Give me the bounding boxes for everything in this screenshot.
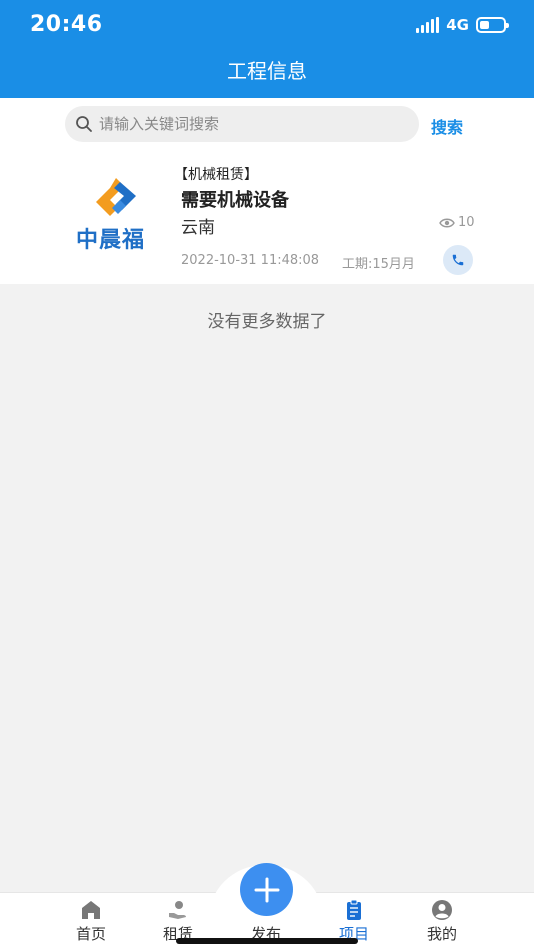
project-list: 中晨福 【机械租赁】 需要机械设备 云南 10 2022-10-31 11:48… [0, 150, 534, 284]
publish-button[interactable] [240, 863, 293, 916]
list-end-message: 没有更多数据了 [207, 312, 327, 332]
home-indicator [176, 938, 358, 944]
company-logo-mark [96, 178, 136, 216]
plus-icon [254, 877, 279, 902]
status-indicators: 4G [416, 16, 509, 34]
rental-icon [169, 901, 186, 919]
call-button[interactable] [443, 245, 473, 275]
company-logo: 中晨福 [76, 176, 160, 256]
status-bar: 20:46 4G [0, 0, 534, 50]
project-region: 云南 [181, 218, 215, 238]
status-time: 20:46 [30, 12, 103, 37]
search-area: 搜索 [0, 98, 534, 150]
project-date: 2022-10-31 11:48:08 [181, 253, 320, 268]
profile-icon [432, 900, 452, 920]
view-count: 10 [439, 215, 475, 230]
tab-home[interactable]: 首页 [61, 899, 121, 944]
project-card[interactable]: 中晨福 【机械租赁】 需要机械设备 云南 10 2022-10-31 11:48… [0, 150, 534, 284]
tab-profile-label: 我的 [426, 925, 457, 943]
tab-home-label: 首页 [75, 925, 106, 943]
project-category: 【机械租赁】 [174, 167, 258, 183]
home-icon [82, 901, 100, 919]
nav-bar: 工程信息 [0, 50, 534, 98]
page-title: 工程信息 [227, 59, 307, 83]
clipboard-icon [347, 899, 361, 920]
phone-icon [452, 254, 464, 266]
search-box[interactable] [65, 106, 419, 142]
signal-icon [416, 17, 440, 33]
company-logo-text: 中晨福 [76, 228, 146, 253]
eye-icon [439, 218, 455, 227]
project-title: 需要机械设备 [181, 190, 289, 211]
project-period: 工期:15月月 [342, 257, 415, 272]
search-icon [76, 116, 92, 132]
tab-profile[interactable]: 我的 [412, 899, 472, 944]
search-input[interactable] [99, 115, 399, 133]
view-count-value: 10 [458, 215, 475, 230]
battery-icon [476, 17, 509, 33]
network-type: 4G [446, 16, 469, 34]
search-button[interactable]: 搜索 [431, 114, 463, 138]
